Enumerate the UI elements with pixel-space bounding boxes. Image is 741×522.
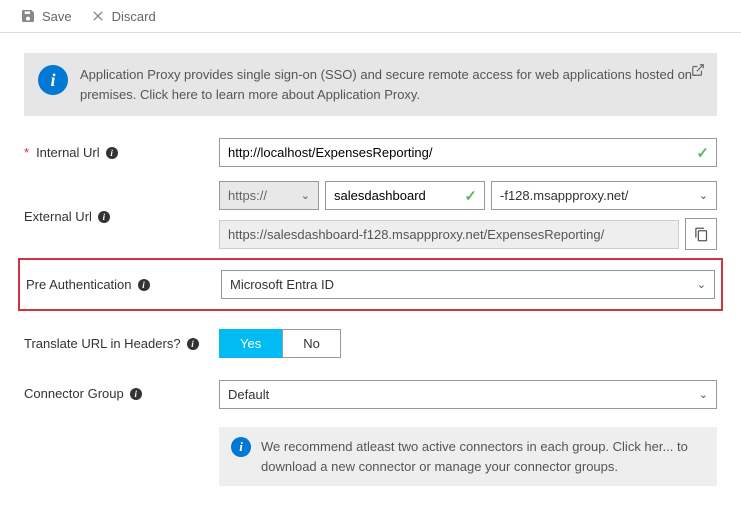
subdomain-input[interactable] <box>325 181 485 210</box>
save-label: Save <box>42 9 72 24</box>
tooltip-icon[interactable]: i <box>130 388 142 400</box>
tooltip-icon[interactable]: i <box>187 338 199 350</box>
domain-select[interactable]: -f128.msappproxy.net/ ⌄ <box>491 181 717 210</box>
connector-info-banner: i We recommend atleast two active connec… <box>219 427 717 486</box>
external-url-label: External Url <box>24 209 92 224</box>
chevron-down-icon: ⌄ <box>699 388 708 401</box>
translate-no-button[interactable]: No <box>282 329 341 358</box>
chevron-down-icon: ⌄ <box>697 278 706 291</box>
tooltip-icon[interactable]: i <box>98 211 110 223</box>
translate-label: Translate URL in Headers? <box>24 336 181 351</box>
info-icon: i <box>231 437 251 457</box>
tooltip-icon[interactable]: i <box>106 147 118 159</box>
pre-auth-select[interactable]: Microsoft Entra ID ⌄ <box>221 270 715 299</box>
save-button[interactable]: Save <box>20 8 72 24</box>
internal-url-input[interactable] <box>219 138 717 167</box>
banner-text: Application Proxy provides single sign-o… <box>80 65 703 104</box>
internal-url-label: Internal Url <box>36 145 100 160</box>
tooltip-icon[interactable]: i <box>138 279 150 291</box>
external-url-readonly: https://salesdashboard-f128.msappproxy.n… <box>219 220 679 249</box>
pre-auth-highlight: Pre Authentication i Microsoft Entra ID … <box>18 258 723 311</box>
copy-button[interactable] <box>685 218 717 250</box>
info-banner: i Application Proxy provides single sign… <box>24 53 717 116</box>
connector-group-select[interactable]: Default ⌄ <box>219 380 717 409</box>
discard-label: Discard <box>112 9 156 24</box>
pre-auth-label: Pre Authentication <box>26 277 132 292</box>
save-icon <box>20 8 36 24</box>
copy-icon <box>694 227 709 242</box>
connector-group-label: Connector Group <box>24 386 124 401</box>
required-indicator: * <box>24 145 29 160</box>
translate-toggle: Yes No <box>219 329 717 358</box>
chevron-down-icon: ⌄ <box>699 189 708 202</box>
discard-icon <box>90 8 106 24</box>
translate-yes-button[interactable]: Yes <box>219 329 282 358</box>
external-link-icon[interactable] <box>691 63 705 80</box>
connector-info-text: We recommend atleast two active connecto… <box>261 437 705 476</box>
info-icon: i <box>38 65 68 95</box>
chevron-down-icon: ⌄ <box>301 189 310 202</box>
scheme-select: https:// ⌄ <box>219 181 319 210</box>
discard-button[interactable]: Discard <box>90 8 156 24</box>
